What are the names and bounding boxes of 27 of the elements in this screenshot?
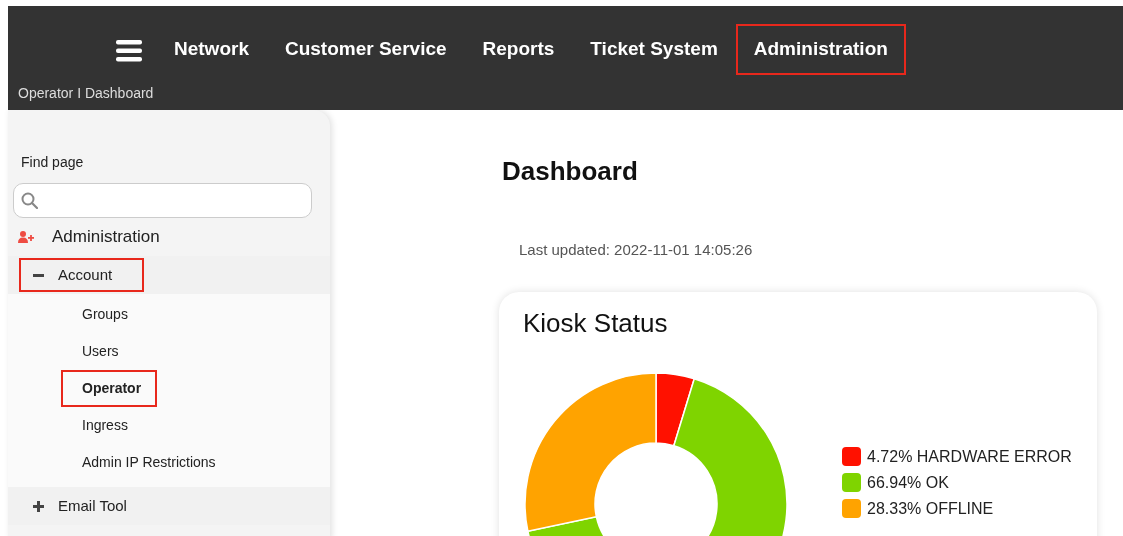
search-icon (21, 192, 38, 209)
sidebar-item[interactable]: Operator (61, 370, 158, 407)
search-field[interactable] (13, 183, 312, 218)
legend-label: 4.72% HARDWARE ERROR (867, 446, 1072, 467)
sidebar-section[interactable]: Administration (52, 224, 160, 250)
sidebar-item[interactable]: Admin IP Restrictions (61, 444, 232, 481)
legend-label: 28.33% OFFLINE (867, 498, 994, 519)
breadcrumb: Operator I Dashboard (17, 84, 155, 103)
add-user-icon (18, 231, 34, 243)
sidebar-item[interactable]: Groups (61, 296, 144, 333)
minus-icon (33, 273, 44, 277)
last-updated-text: Last updated: 2022-11-01 14:05:26 (519, 240, 754, 260)
sidebar-group[interactable]: Account (19, 257, 145, 293)
legend-label: 66.94% OK (867, 472, 949, 493)
page-title: Dashboard (502, 155, 639, 188)
field-label: Find page (20, 153, 85, 172)
nav-link[interactable]: Reports (464, 24, 573, 75)
sidebar-group[interactable]: Email Tool (19, 488, 159, 524)
sidebar-item[interactable]: Ingress (61, 407, 144, 444)
nav-link[interactable]: Ticket System (572, 24, 736, 75)
plus-icon (33, 500, 44, 512)
nav-link[interactable]: Network (156, 24, 267, 75)
nav-link[interactable]: Customer Service (266, 24, 465, 75)
card-title: Kiosk Status (523, 306, 669, 340)
menu-icon[interactable] (116, 38, 142, 61)
sidebar-item[interactable]: Users (61, 333, 135, 370)
nav-link[interactable]: Administration (735, 24, 906, 75)
